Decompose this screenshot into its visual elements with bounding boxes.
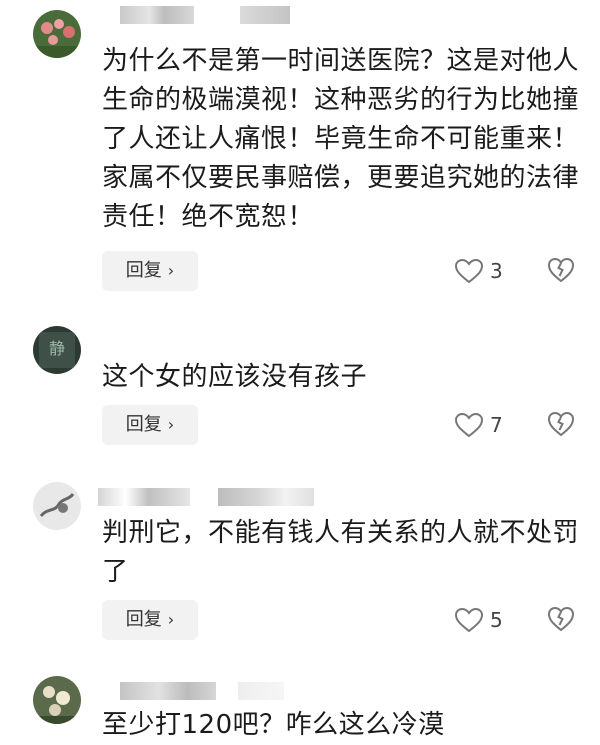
- dislike-button[interactable]: [547, 256, 575, 284]
- heart-outline-icon: [454, 258, 484, 284]
- username-obscured: [238, 682, 284, 700]
- avatar[interactable]: [33, 10, 81, 58]
- broken-heart-icon: [547, 411, 575, 437]
- like-button[interactable]: 7: [454, 410, 503, 440]
- comment-text: 判刑它，不能有钱人有关系的人就不处罚了: [102, 518, 580, 587]
- username-obscured: [120, 682, 216, 700]
- like-button[interactable]: 5: [454, 605, 503, 635]
- username-obscured: [218, 488, 314, 506]
- chevron-right-icon: ›: [167, 415, 175, 434]
- like-count: 5: [490, 608, 503, 632]
- like-button[interactable]: 3: [454, 256, 503, 286]
- comment-text: 为什么不是第一时间送医院？这是对他人生命的极端漠视！这种恶劣的行为比她撞了人还让…: [102, 46, 580, 232]
- broken-heart-icon: [547, 257, 575, 283]
- username-obscured: [98, 488, 190, 506]
- username-obscured: [240, 6, 290, 24]
- heart-outline-icon: [454, 412, 484, 438]
- like-count: 7: [490, 413, 503, 437]
- dislike-button[interactable]: [547, 410, 575, 438]
- chevron-right-icon: ›: [167, 610, 175, 629]
- username-obscured: [120, 6, 194, 24]
- reply-label: 回复: [125, 260, 162, 281]
- reply-button[interactable]: 回复 ›: [102, 600, 198, 640]
- broken-heart-icon: [547, 606, 575, 632]
- reply-button[interactable]: 回复 ›: [102, 251, 198, 291]
- heart-outline-icon: [454, 607, 484, 633]
- reply-button[interactable]: 回复 ›: [102, 405, 198, 445]
- avatar[interactable]: [33, 482, 81, 530]
- avatar[interactable]: 静: [33, 326, 81, 374]
- comment-text: 至少打120吧？咋么这么冷漠: [102, 710, 445, 740]
- reply-label: 回复: [125, 609, 162, 630]
- svg-text:静: 静: [49, 339, 65, 358]
- comment-text: 这个女的应该没有孩子: [102, 362, 368, 392]
- reply-label: 回复: [125, 414, 162, 435]
- chevron-right-icon: ›: [167, 261, 175, 280]
- like-count: 3: [490, 259, 503, 283]
- dislike-button[interactable]: [547, 605, 575, 633]
- avatar[interactable]: [33, 676, 81, 724]
